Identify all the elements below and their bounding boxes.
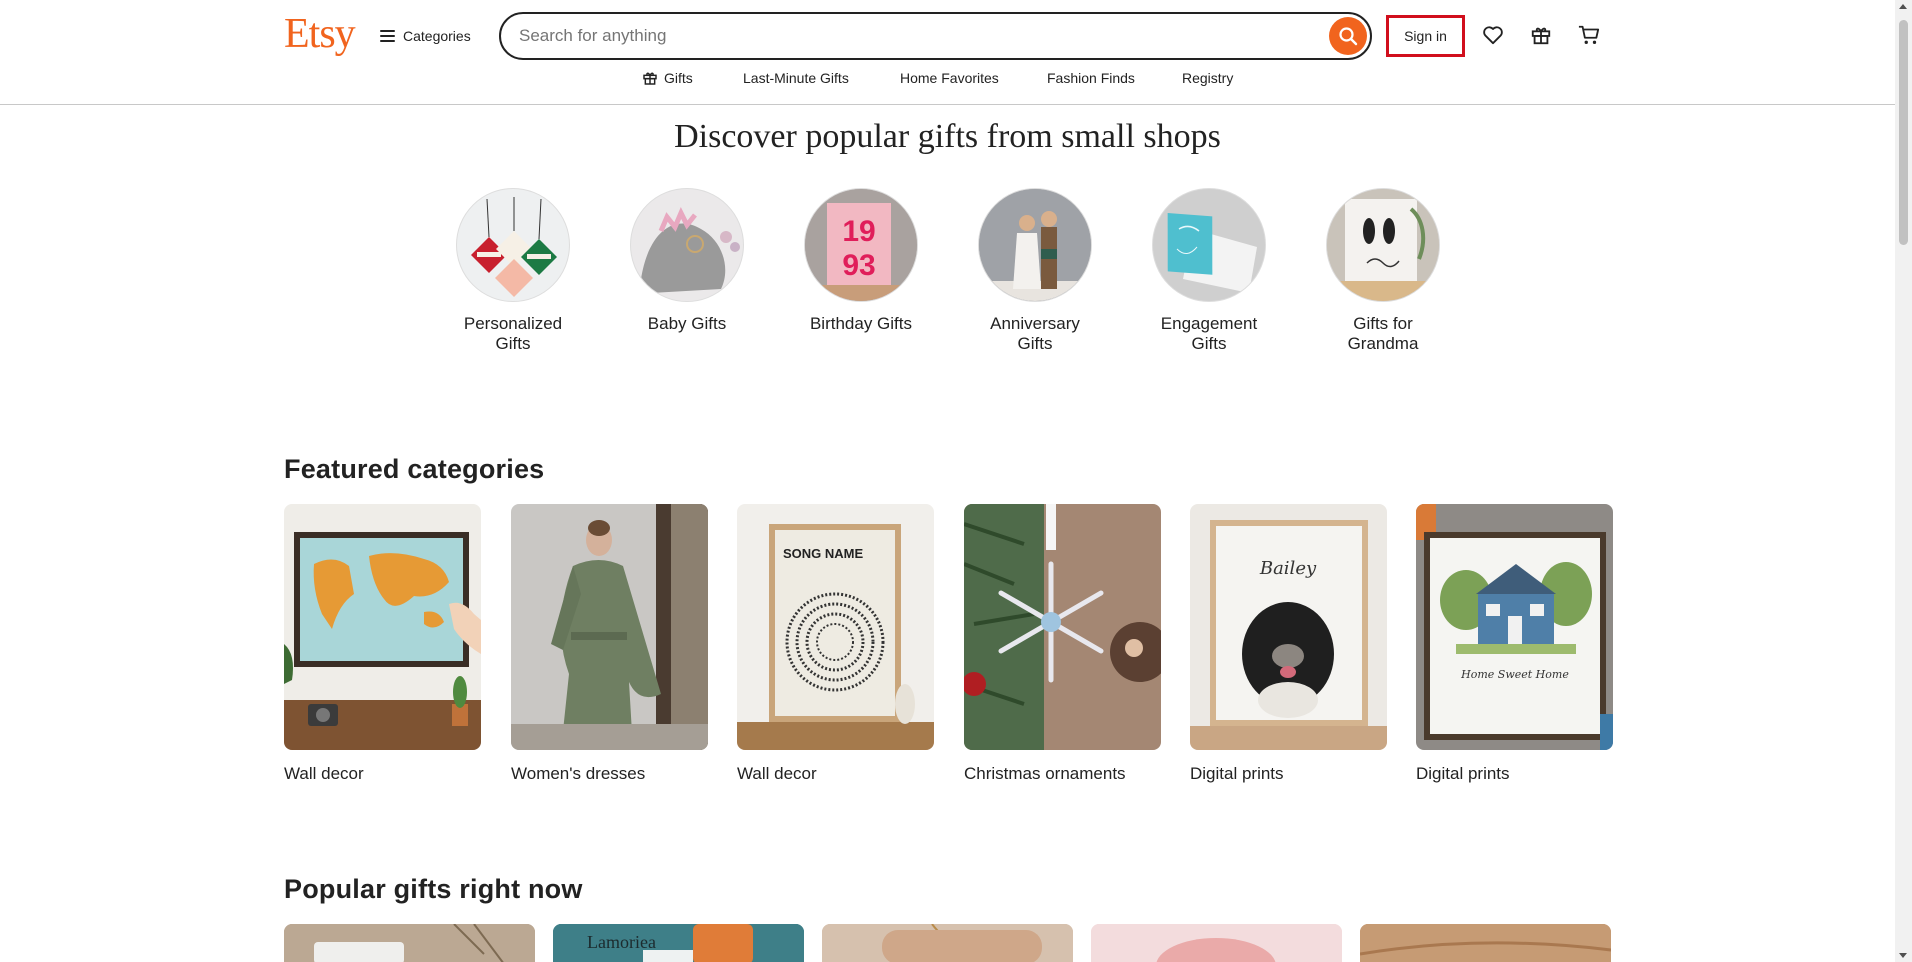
featured-card-wall-decor-song[interactable]: SONG NAME Wall decor (737, 504, 934, 784)
digital-prints-dog-image: Bailey (1190, 504, 1387, 750)
popular-gifts-title: Popular gifts right now (284, 874, 583, 904)
cart-button[interactable] (1574, 20, 1604, 50)
search-input[interactable] (519, 26, 1299, 46)
nav-item-registry[interactable]: Registry (1182, 70, 1233, 86)
hamburger-menu-icon (380, 30, 395, 42)
engagement-gifts-image (1152, 188, 1266, 302)
svg-text:93: 93 (842, 249, 875, 282)
gift-category-personalized[interactable]: Personalized Gifts (438, 188, 588, 354)
popular-gift-card[interactable]: Lamoriea (553, 924, 804, 962)
gift-category-anniversary[interactable]: Anniversary Gifts (960, 188, 1110, 354)
discover-title: Discover popular gifts from small shops (674, 118, 1221, 155)
svg-text:19: 19 (842, 215, 875, 248)
scroll-down-arrow-icon[interactable] (1899, 953, 1907, 958)
featured-card-label: Wall decor (284, 764, 364, 783)
gift-category-grandma[interactable]: Gifts for Grandma (1308, 188, 1458, 354)
cart-icon (1578, 25, 1600, 44)
nav-item-gifts[interactable]: Gifts (642, 70, 693, 86)
nav-item-home-favorites[interactable]: Home Favorites (900, 70, 999, 86)
gift-category-birthday[interactable]: 19 93 Birthday Gifts (786, 188, 936, 334)
favorites-button[interactable] (1478, 20, 1508, 50)
svg-text:Lamoriea: Lamoriea (587, 932, 656, 952)
search-button[interactable] (1329, 17, 1367, 55)
personalized-gifts-image (456, 188, 570, 302)
gift-category-label: Engagement Gifts (1160, 314, 1258, 353)
gift-category-label: Birthday Gifts (809, 314, 913, 333)
categories-button[interactable]: Categories (380, 22, 471, 50)
featured-card-label: Digital prints (1416, 764, 1510, 783)
categories-label: Categories (403, 28, 471, 44)
gift-category-label: Gifts for Grandma (1347, 314, 1419, 353)
popular-gift-card[interactable] (284, 924, 535, 962)
heart-icon (1483, 26, 1503, 45)
featured-card-womens-dresses[interactable]: Women's dresses (511, 504, 708, 784)
featured-card-wall-decor-map[interactable]: Wall decor (284, 504, 481, 784)
featured-card-label: Wall decor (737, 764, 817, 783)
etsy-logo[interactable]: Etsy (284, 10, 356, 58)
page-scrollbar[interactable] (1895, 0, 1912, 962)
featured-card-digital-prints-dog[interactable]: Bailey Digital prints (1190, 504, 1387, 784)
featured-card-digital-prints-house[interactable]: Home Sweet Home Digital prints (1416, 504, 1613, 784)
gift-category-label: Baby Gifts (647, 314, 727, 333)
gift-icon (643, 72, 657, 85)
gift-category-label: Anniversary Gifts (990, 314, 1080, 353)
category-nav: Gifts Last-Minute Gifts Home Favorites F… (0, 70, 1895, 94)
svg-text:Bailey: Bailey (1259, 558, 1317, 579)
featured-card-christmas-ornaments[interactable]: Christmas ornaments (964, 504, 1161, 784)
wall-decor-map-image (284, 504, 481, 750)
gift-category-label: Personalized Gifts (463, 314, 563, 353)
featured-card-label: Women's dresses (511, 764, 646, 783)
baby-gifts-image (630, 188, 744, 302)
nav-item-fashion-finds[interactable]: Fashion Finds (1047, 70, 1135, 86)
search-icon (1339, 27, 1358, 46)
christmas-ornaments-image (964, 504, 1161, 750)
digital-prints-house-image: Home Sweet Home (1416, 504, 1613, 750)
popular-gift-card[interactable] (822, 924, 1073, 962)
featured-card-label: Christmas ornaments (964, 764, 1126, 783)
sign-in-button[interactable]: Sign in (1386, 15, 1465, 57)
grandma-gifts-image (1326, 188, 1440, 302)
wall-decor-song-image: SONG NAME (737, 504, 934, 750)
featured-categories-title: Featured categories (284, 454, 545, 484)
gift-button[interactable] (1526, 20, 1556, 50)
popular-gift-card[interactable] (1091, 924, 1342, 962)
gift-category-engagement[interactable]: Engagement Gifts (1134, 188, 1284, 354)
site-header: Etsy Categories Sign in (0, 0, 1895, 105)
svg-text:Home Sweet Home: Home Sweet Home (1460, 668, 1569, 681)
nav-item-last-minute-gifts[interactable]: Last-Minute Gifts (743, 70, 849, 86)
popular-gift-card[interactable] (1360, 924, 1611, 962)
gift-icon (1531, 27, 1551, 45)
womens-dresses-image (511, 504, 708, 750)
scrollbar-thumb[interactable] (1899, 20, 1908, 245)
featured-card-label: Digital prints (1190, 764, 1284, 783)
svg-text:SONG NAME: SONG NAME (783, 546, 864, 561)
birthday-gifts-image: 19 93 (804, 188, 918, 302)
nav-item-label: Gifts (664, 70, 693, 86)
gift-category-baby[interactable]: Baby Gifts (612, 188, 762, 334)
search-bar (499, 12, 1372, 60)
anniversary-gifts-image (978, 188, 1092, 302)
scroll-up-arrow-icon[interactable] (1899, 4, 1907, 9)
